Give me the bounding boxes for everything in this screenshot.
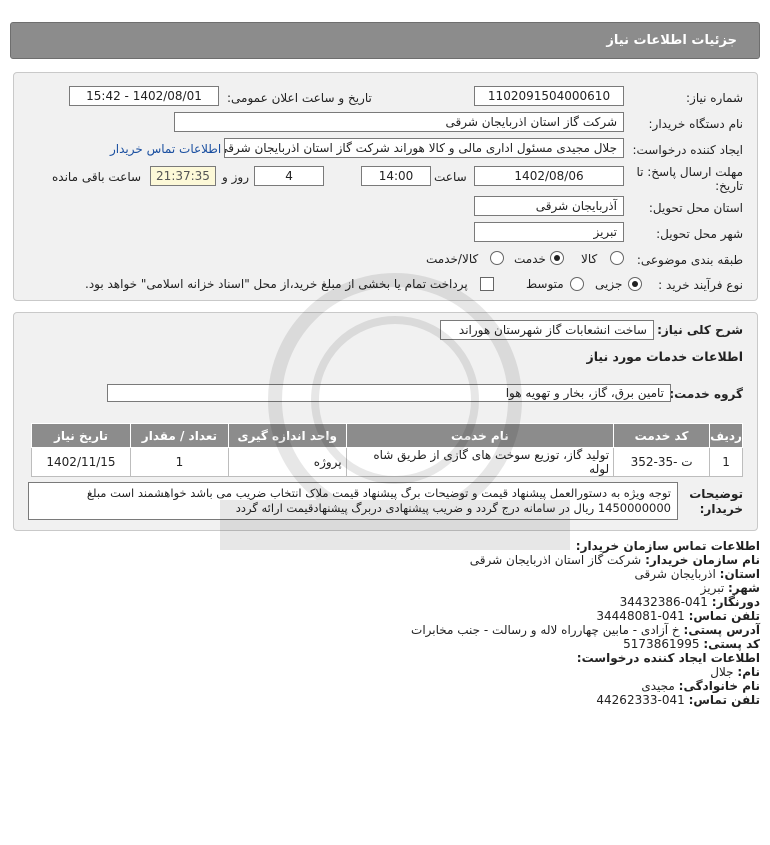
category-option-service: خدمت <box>514 252 546 266</box>
need-details-panel: شرح کلی نیاز: ساخت انشعابات گاز شهرستان … <box>13 312 758 531</box>
days-field: 4 <box>254 166 324 186</box>
contact-province: استان: اذربایجان شرقی <box>634 567 760 581</box>
deadline-date-field: 1402/08/06 <box>474 166 624 186</box>
deadline-label: مهلت ارسال پاسخ: تا <box>636 165 743 179</box>
need-info-panel: شماره نیاز: 1102091504000610 تاریخ و ساع… <box>13 72 758 301</box>
contact-address: آدرس پستی: خ آزادی - مابین چهارراه لاله … <box>411 623 760 637</box>
days-label: روز و <box>222 170 249 184</box>
deadline-label-date: تاریخ: <box>715 179 743 193</box>
col-name: نام خدمت <box>345 423 615 448</box>
category-radio-service[interactable] <box>550 251 564 265</box>
process-label: نوع فرآیند خرید : <box>658 278 743 292</box>
announce-label: تاریخ و ساعت اعلان عمومی: <box>227 91 372 105</box>
process-radio-minor[interactable] <box>628 277 642 291</box>
creator-first-name: نام: جلال <box>710 665 760 679</box>
table-header-row: ردیف کد خدمت نام خدمت واحد اندازه گیری ت… <box>31 423 743 448</box>
service-group-label: گروه خدمت: <box>669 387 743 401</box>
need-number-field: 1102091504000610 <box>474 86 624 106</box>
col-date: تاریخ نیاز <box>31 423 131 448</box>
process-option-medium: متوسط <box>526 277 564 291</box>
announce-field: 1402/08/01 - 15:42 <box>69 86 219 106</box>
category-option-goods-service: کالا/خدمت <box>426 252 479 266</box>
col-code: کد خدمت <box>613 423 711 448</box>
services-table: ردیف کد خدمت نام خدمت واحد اندازه گیری ت… <box>31 423 743 477</box>
need-number-label: شماره نیاز: <box>686 91 743 105</box>
treasury-note: پرداخت تمام یا بخشی از مبلغ خرید،از محل … <box>85 277 468 291</box>
creator-last-name: نام خانوادگی: مجیدی <box>641 679 760 693</box>
treasury-checkbox[interactable] <box>480 277 494 291</box>
cell-unit: پروژه <box>227 447 347 477</box>
creator-heading: اطلاعات ایجاد کننده درخواست: <box>576 651 760 665</box>
city-label: شهر محل تحویل: <box>656 227 743 241</box>
process-option-minor: جزیی <box>595 277 623 291</box>
contact-org: نام سازمان خریدار: شرکت گاز استان اذربای… <box>469 553 760 567</box>
contact-postal: کد پستی: 5173861995 <box>623 637 760 651</box>
remaining-time-field: 21:37:35 <box>150 166 216 186</box>
table-row: 1 ت -35-352 تولید گاز، توزیع سوخت های گا… <box>31 447 743 477</box>
buyer-contact-link[interactable]: اطلاعات تماس خریدار <box>110 142 221 156</box>
province-label: استان محل تحویل: <box>648 201 743 215</box>
cell-date: 1402/11/15 <box>31 447 131 477</box>
contact-phone: تلفن تماس: 041-34448081 <box>596 609 760 623</box>
cell-code: ت -35-352 <box>613 447 711 477</box>
notes-field: توجه ویژه به دستورالعمل پیشنهاد قیمت و ت… <box>28 482 678 520</box>
creator-phone: تلفن تماس: 041-44262333 <box>596 693 760 707</box>
services-heading: اطلاعات خدمات مورد نیاز <box>586 349 744 364</box>
city-field: تبریز <box>474 222 624 242</box>
deadline-time-field: 14:00 <box>361 166 431 186</box>
remaining-label: ساعت باقی مانده <box>52 170 142 184</box>
category-label: طبقه بندی موضوعی: <box>636 253 743 267</box>
cell-qty: 1 <box>130 447 229 477</box>
province-field: آذربایجان شرقی <box>474 196 624 216</box>
category-radio-goods-service[interactable] <box>490 251 504 265</box>
contact-city: شهر: تبریز <box>700 581 760 595</box>
contact-heading: اطلاعات تماس سازمان خریدار: <box>575 539 760 553</box>
col-row: ردیف <box>709 423 743 448</box>
service-group-field: تامین برق، گاز، بخار و تهویه هوا <box>107 384 671 402</box>
buyer-org-field: شرکت گاز استان اذربایجان شرقی <box>174 112 624 132</box>
contact-fax: دورنگار: 041-34432386 <box>619 595 760 609</box>
summary-label: شرح کلی نیاز: <box>657 323 743 337</box>
time-label: ساعت <box>434 170 467 184</box>
process-radio-medium[interactable] <box>570 277 584 291</box>
summary-field: ساخت انشعابات گاز شهرستان هوراند <box>440 320 654 340</box>
category-radio-goods[interactable] <box>610 251 624 265</box>
buyer-org-label: نام دستگاه خریدار: <box>648 117 744 131</box>
creator-field: جلال مجیدی مسئول اداری مالی و کالا هوران… <box>224 138 624 158</box>
col-unit: واحد اندازه گیری <box>227 423 347 448</box>
col-qty: تعداد / مقدار <box>130 423 229 448</box>
creator-label: ایجاد کننده درخواست: <box>632 143 743 157</box>
cell-name: تولید گاز، توزیع سوخت های گازی از طریق ش… <box>345 447 615 477</box>
page-title: جزئیات اطلاعات نیاز <box>606 33 737 48</box>
cell-row: 1 <box>709 447 743 477</box>
page-header: جزئیات اطلاعات نیاز <box>10 22 760 59</box>
notes-label: توضیحات خریدار: <box>689 487 743 516</box>
category-option-goods: کالا <box>581 252 598 266</box>
